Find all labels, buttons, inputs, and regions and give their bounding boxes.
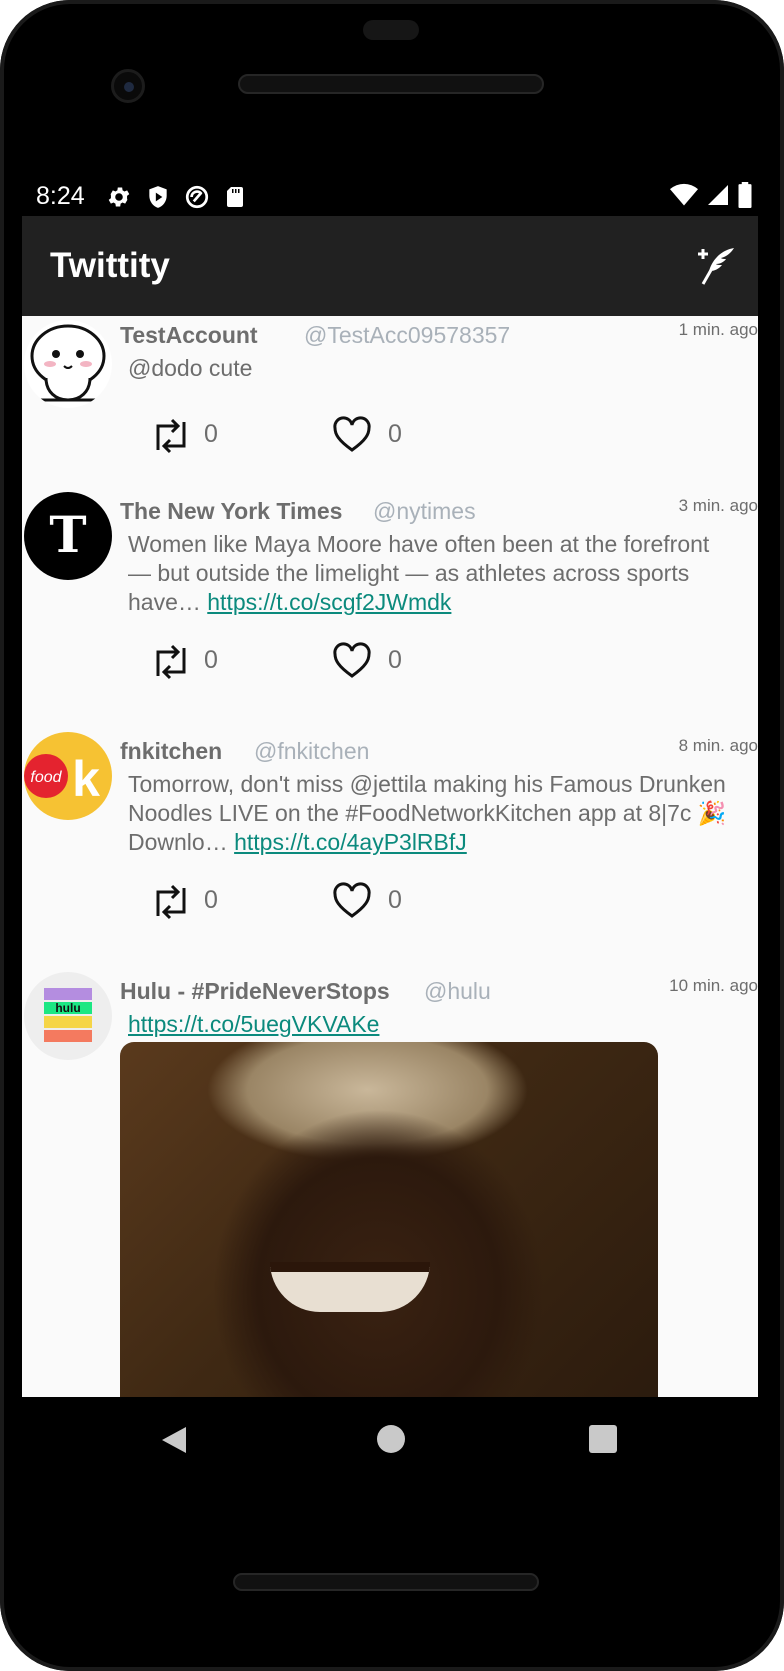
tweet-timestamp: 8 min. ago [678,736,758,755]
tweet-timestamp: 3 min. ago [678,496,758,515]
heart-icon[interactable] [332,882,372,920]
like-count: 0 [388,886,402,914]
tweet-link[interactable]: https://t.co/5uegVKVAKe [128,1011,379,1037]
blob-mascot-avatar [30,324,106,402]
avatar[interactable]: food k [24,732,112,820]
phone-frame: 8:24 Twittity TestAccount @TestAcc095783… [0,0,784,1671]
tweet-author-name[interactable]: The New York Times [120,498,342,525]
heart-icon[interactable] [332,416,372,454]
like-count: 0 [388,420,402,448]
play-protect-icon [145,184,173,210]
home-icon[interactable] [377,1425,405,1453]
app-screen: Twittity TestAccount @TestAcc09578357 1 … [22,216,758,1397]
battery-icon [738,182,752,213]
avatar-logo-text: hulu [55,1001,80,1015]
tweet-text: Tomorrow, don't miss @jettila making his… [128,770,728,857]
hulu-logo-icon: hulu [44,988,92,1042]
tweet-actions: 0 0 [148,882,448,922]
retweet-icon[interactable] [148,642,194,682]
like-count: 0 [388,646,402,674]
sd-card-icon [223,184,251,210]
tweet-author-handle[interactable]: @hulu [424,978,491,1005]
tweet-timestamp: 1 min. ago [678,320,758,339]
avatar[interactable]: hulu [24,972,112,1060]
tweet-media-gif[interactable] [120,1042,658,1397]
app-title: Twittity [50,246,170,285]
tweet-text-body: @dodo cute [128,355,253,381]
nyt-logo-icon: T [49,505,86,564]
tweet-text: Women like Maya Moore have often been at… [128,530,728,617]
tweet-text: https://t.co/5uegVKVAKe [128,1010,728,1039]
back-icon[interactable] [160,1425,188,1460]
retweet-count: 0 [204,420,218,448]
avatar[interactable] [24,320,112,408]
tweet-text: @dodo cute [128,354,728,383]
tweet-author-name[interactable]: Hulu - #PrideNeverStops [120,978,390,1005]
media-detail [270,1262,430,1312]
status-time: 8:24 [36,182,85,210]
retweet-icon[interactable] [148,882,194,922]
tweet-author-handle[interactable]: @nytimes [373,498,476,525]
tweet-item[interactable]: hulu Hulu - #PrideNeverStops @hulu 10 mi… [22,972,758,1397]
wifi-icon [670,183,698,212]
retweet-count: 0 [204,886,218,914]
earpiece [363,20,419,40]
front-camera [111,69,145,103]
signal-icon [706,183,730,212]
recents-icon[interactable] [589,1425,617,1453]
tweet-author-handle[interactable]: @TestAcc09578357 [304,322,510,349]
food-network-logo-icon: food k [24,751,100,807]
status-bar: 8:24 [22,178,758,216]
settings-icon [106,184,134,210]
toolbar: Twittity [22,216,758,316]
speaker-grill-top [238,74,544,94]
tweet-actions: 0 0 [148,416,448,456]
tweet-feed[interactable]: TestAccount @TestAcc09578357 1 min. ago … [22,316,758,1397]
svg-text:T: T [49,505,86,564]
tweet-author-name[interactable]: fnkitchen [120,738,222,765]
heart-icon[interactable] [332,642,372,680]
speaker-grill-bottom [233,1573,539,1591]
system-nav-bar [0,1397,784,1517]
svg-text:k: k [72,751,100,807]
tweet-timestamp: 10 min. ago [669,976,758,995]
compose-quill-icon[interactable] [694,244,738,288]
retweet-count: 0 [204,646,218,674]
tweet-author-name[interactable]: TestAccount [120,322,258,349]
tweet-link[interactable]: https://t.co/4ayP3lRBfJ [234,829,467,855]
retweet-icon[interactable] [148,416,194,456]
tweet-actions: 0 0 [148,642,448,682]
tweet-link[interactable]: https://t.co/scgf2JWmdk [207,589,451,615]
tweet-author-handle[interactable]: @fnkitchen [254,738,369,765]
avatar[interactable]: T [24,492,112,580]
sync-icon [184,184,212,210]
avatar-logo-text: food [30,769,62,786]
